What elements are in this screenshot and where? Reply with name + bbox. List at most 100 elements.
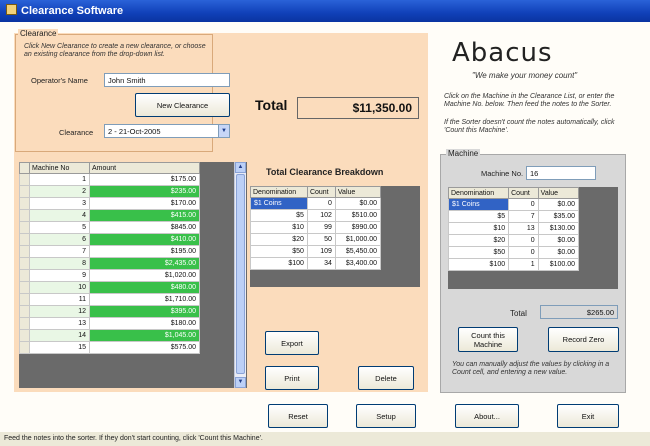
- table-row[interactable]: 9 $1,020.00: [19, 269, 200, 282]
- value-cell[interactable]: $0.00: [334, 197, 382, 210]
- machine-no-cell[interactable]: 11: [29, 293, 90, 306]
- count-cell[interactable]: 0: [508, 246, 539, 259]
- table-row[interactable]: 4 $415.00: [19, 209, 200, 222]
- table-row[interactable]: 11 $1,710.00: [19, 293, 200, 306]
- amount-cell[interactable]: $195.00: [89, 245, 200, 258]
- table-row[interactable]: 10 $480.00: [19, 281, 200, 294]
- denomination-cell[interactable]: $10: [448, 222, 510, 235]
- row-header[interactable]: [19, 305, 30, 318]
- operator-name-input[interactable]: John Smith: [104, 73, 230, 87]
- value-cell[interactable]: $1,000.00: [334, 233, 382, 246]
- denomination-cell[interactable]: $100: [448, 258, 510, 271]
- column-header-machine-no[interactable]: Machine No: [29, 162, 90, 174]
- column-header-count[interactable]: Count: [508, 187, 539, 199]
- count-cell[interactable]: 13: [508, 222, 539, 235]
- column-header-value[interactable]: Value: [334, 186, 382, 198]
- table-row[interactable]: 13 $180.00: [19, 317, 200, 330]
- count-cell[interactable]: 34: [306, 257, 336, 270]
- machine-no-cell[interactable]: 2: [29, 185, 90, 198]
- amount-cell[interactable]: $395.00: [89, 305, 200, 318]
- table-row[interactable]: $5 7 $35.00: [448, 210, 580, 223]
- machine-no-cell[interactable]: 14: [29, 329, 90, 342]
- count-cell[interactable]: 99: [306, 221, 336, 234]
- value-cell[interactable]: $35.00: [537, 210, 580, 223]
- amount-cell[interactable]: $845.00: [89, 221, 200, 234]
- machine-no-cell[interactable]: 9: [29, 269, 90, 282]
- reset-button[interactable]: Reset: [268, 404, 328, 428]
- amount-cell[interactable]: $180.00: [89, 317, 200, 330]
- value-cell[interactable]: $0.00: [537, 234, 580, 247]
- table-row[interactable]: 15 $575.00: [19, 341, 200, 354]
- table-row[interactable]: $5 102 $510.00: [250, 209, 382, 222]
- machine-no-cell[interactable]: 5: [29, 221, 90, 234]
- amount-cell[interactable]: $575.00: [89, 341, 200, 354]
- denomination-cell[interactable]: $1 Coins: [250, 197, 308, 210]
- setup-button[interactable]: Setup: [356, 404, 416, 428]
- machine-no-cell[interactable]: 13: [29, 317, 90, 330]
- export-button[interactable]: Export: [265, 331, 319, 355]
- amount-cell[interactable]: $1,020.00: [89, 269, 200, 282]
- row-header[interactable]: [19, 173, 30, 186]
- column-header-amount[interactable]: Amount: [89, 162, 200, 174]
- amount-cell[interactable]: $415.00: [89, 209, 200, 222]
- table-row[interactable]: $50 0 $0.00: [448, 246, 580, 259]
- value-cell[interactable]: $990.00: [334, 221, 382, 234]
- print-button[interactable]: Print: [265, 366, 319, 390]
- count-cell[interactable]: 109: [306, 245, 336, 258]
- machine-no-cell[interactable]: 15: [29, 341, 90, 354]
- table-row[interactable]: $1 Coins 0 $0.00: [250, 197, 382, 210]
- table-row[interactable]: 14 $1,045.00: [19, 329, 200, 342]
- clearance-select[interactable]: 2 - 21-Oct-2005 ▼: [104, 124, 230, 138]
- count-cell[interactable]: 102: [306, 209, 336, 222]
- row-header[interactable]: [19, 197, 30, 210]
- about-button[interactable]: About...: [455, 404, 519, 428]
- column-header-denomination[interactable]: Denomination: [250, 186, 308, 198]
- table-row[interactable]: 3 $170.00: [19, 197, 200, 210]
- column-header-value[interactable]: Value: [537, 187, 580, 199]
- amount-cell[interactable]: $1,710.00: [89, 293, 200, 306]
- denomination-cell[interactable]: $20: [448, 234, 510, 247]
- count-this-machine-button[interactable]: Count this Machine: [458, 327, 518, 352]
- machine-no-cell[interactable]: 12: [29, 305, 90, 318]
- scroll-up-arrow-icon[interactable]: ▲: [235, 162, 246, 173]
- column-header-count[interactable]: Count: [306, 186, 336, 198]
- row-header[interactable]: [19, 341, 30, 354]
- column-header-denomination[interactable]: Denomination: [448, 187, 510, 199]
- machine-no-cell[interactable]: 10: [29, 281, 90, 294]
- table-row[interactable]: $20 50 $1,000.00: [250, 233, 382, 246]
- machine-no-cell[interactable]: 4: [29, 209, 90, 222]
- count-cell[interactable]: 0: [508, 234, 539, 247]
- count-cell[interactable]: 1: [508, 258, 539, 271]
- delete-button[interactable]: Delete: [358, 366, 414, 390]
- amount-cell[interactable]: $410.00: [89, 233, 200, 246]
- count-cell[interactable]: 0: [508, 198, 539, 211]
- row-header[interactable]: [19, 317, 30, 330]
- table-row[interactable]: $50 109 $5,450.00: [250, 245, 382, 258]
- value-cell[interactable]: $0.00: [537, 198, 580, 211]
- table-row[interactable]: $10 13 $130.00: [448, 222, 580, 235]
- amount-cell[interactable]: $480.00: [89, 281, 200, 294]
- machine-no-cell[interactable]: 1: [29, 173, 90, 186]
- amount-cell[interactable]: $235.00: [89, 185, 200, 198]
- table-row[interactable]: $20 0 $0.00: [448, 234, 580, 247]
- table-row[interactable]: 5 $845.00: [19, 221, 200, 234]
- amount-cell[interactable]: $1,045.00: [89, 329, 200, 342]
- exit-button[interactable]: Exit: [557, 404, 619, 428]
- row-header[interactable]: [19, 281, 30, 294]
- table-row[interactable]: $100 1 $100.00: [448, 258, 580, 271]
- row-header[interactable]: [19, 329, 30, 342]
- machine-no-cell[interactable]: 3: [29, 197, 90, 210]
- denomination-cell[interactable]: $5: [448, 210, 510, 223]
- table-row[interactable]: 8 $2,435.00: [19, 257, 200, 270]
- count-cell[interactable]: 7: [508, 210, 539, 223]
- row-header[interactable]: [19, 269, 30, 282]
- denomination-cell[interactable]: $20: [250, 233, 308, 246]
- machines-grid-scrollbar[interactable]: ▲ ▼: [234, 162, 246, 388]
- value-cell[interactable]: $5,450.00: [334, 245, 382, 258]
- row-header[interactable]: [19, 233, 30, 246]
- table-row[interactable]: $100 34 $3,400.00: [250, 257, 382, 270]
- machine-no-cell[interactable]: 8: [29, 257, 90, 270]
- value-cell[interactable]: $130.00: [537, 222, 580, 235]
- table-row[interactable]: 1 $175.00: [19, 173, 200, 186]
- table-row[interactable]: 6 $410.00: [19, 233, 200, 246]
